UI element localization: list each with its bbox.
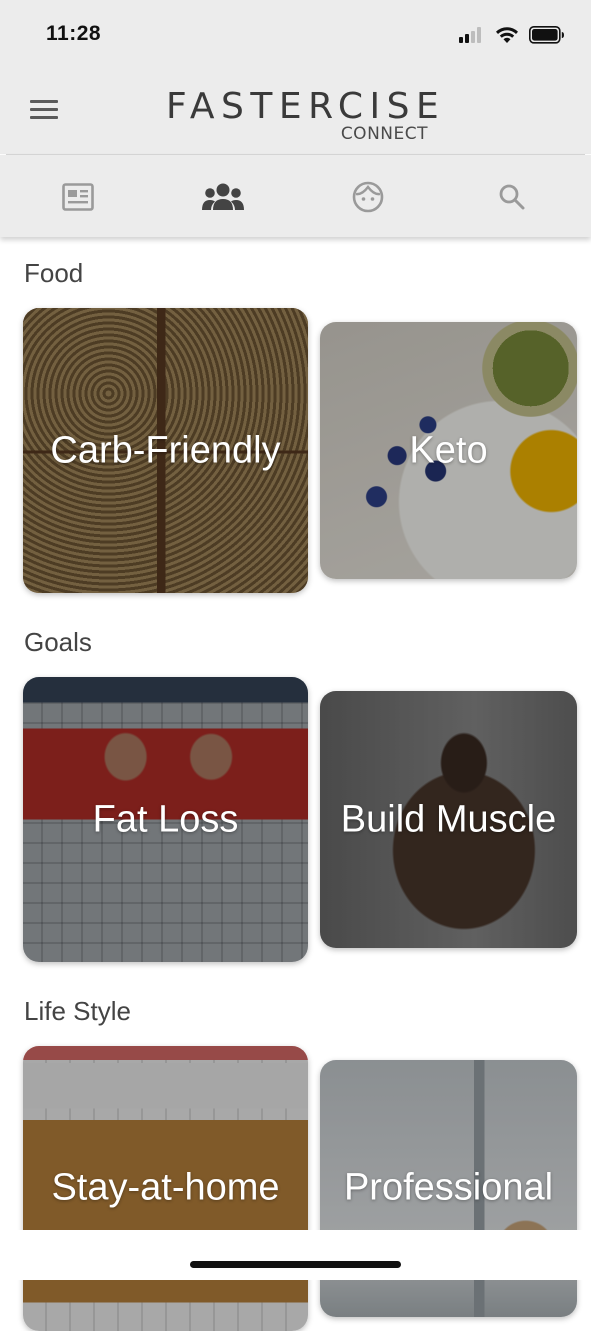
card-fat-loss[interactable]: Fat Loss [23, 677, 308, 962]
section-title-food: Food [24, 258, 84, 288]
card-label: Carb-Friendly [50, 429, 281, 471]
tab-news[interactable] [56, 177, 100, 217]
face-icon [352, 181, 384, 213]
card-stay-at-home[interactable]: Stay-at-home [23, 1046, 308, 1331]
home-bar-area [0, 1230, 591, 1280]
card-keto[interactable]: Keto [320, 322, 577, 579]
newspaper-icon [62, 183, 94, 211]
group-icon [202, 183, 244, 210]
tab-community[interactable] [201, 177, 245, 217]
signal-icon [459, 27, 481, 43]
card-label: Build Muscle [340, 798, 557, 840]
tab-profile[interactable] [346, 177, 390, 217]
card-carb-friendly[interactable]: Carb-Friendly [23, 308, 308, 593]
card-label: Keto [409, 429, 488, 471]
app-logo: FASTERCISE CONNECT [166, 86, 439, 146]
battery-icon [529, 26, 564, 44]
hamburger-menu-icon[interactable] [30, 100, 58, 122]
status-bar: 11:28 [0, 0, 591, 70]
logo-main-text: FASTERCISE [166, 86, 446, 127]
card-label: Fat Loss [92, 798, 239, 840]
section-title-goals: Goals [24, 627, 92, 657]
card-label: Professional [343, 1166, 554, 1209]
logo-sub-text: CONNECT [340, 124, 428, 144]
tab-bar [0, 155, 591, 237]
status-time: 11:28 [46, 22, 102, 45]
status-icons [459, 26, 565, 44]
search-icon [499, 184, 525, 210]
section-title-life-style: Life Style [24, 996, 131, 1026]
card-build-muscle[interactable]: Build Muscle [320, 691, 577, 948]
tab-search[interactable] [490, 177, 534, 217]
home-indicator[interactable] [190, 1261, 401, 1268]
wifi-icon [496, 26, 518, 43]
app-header: FASTERCISE CONNECT [0, 70, 591, 154]
card-label: Stay-at-home [51, 1166, 280, 1209]
